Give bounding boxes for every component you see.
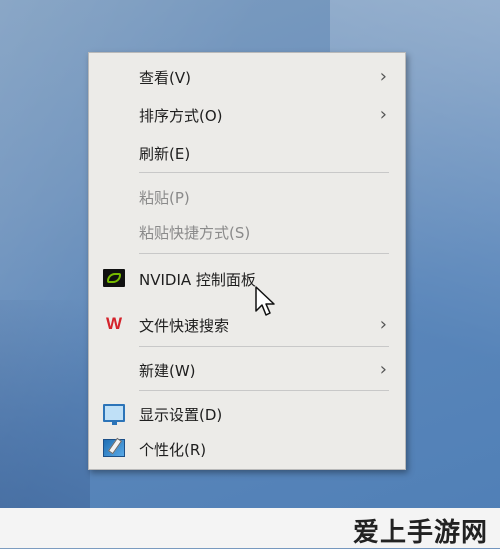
menu-item-refresh[interactable]: 刷新(E): [89, 135, 405, 169]
mouse-pointer-icon: [255, 286, 275, 316]
menu-item-display-settings[interactable]: 显示设置(D): [89, 396, 405, 430]
submenu-arrow-icon: ›: [379, 359, 387, 380]
desktop-context-menu: 查看(V) › 排序方式(O) › 刷新(E) 粘贴(P) 粘贴快捷方式(S) …: [88, 52, 406, 470]
menu-item-label: 文件快速搜索: [139, 317, 230, 335]
menu-item-label: 粘贴快捷方式(S): [139, 224, 251, 242]
submenu-arrow-icon: ›: [379, 66, 387, 87]
menu-item-label: 刷新(E): [139, 145, 191, 163]
submenu-arrow-icon: ›: [379, 314, 387, 335]
watermark-text: 爱上手游网: [352, 518, 488, 548]
menu-item-label: NVIDIA 控制面板: [139, 271, 256, 289]
display-settings-icon: [103, 404, 125, 425]
menu-item-view[interactable]: 查看(V) ›: [89, 59, 405, 93]
menu-item-label: 新建(W): [139, 362, 196, 380]
menu-item-personalize[interactable]: 个性化(R): [89, 431, 405, 465]
nvidia-icon: [103, 269, 125, 287]
personalize-icon: [103, 439, 125, 457]
menu-separator: [139, 346, 389, 347]
menu-item-label: 个性化(R): [139, 441, 207, 459]
menu-separator: [139, 172, 389, 173]
submenu-arrow-icon: ›: [379, 104, 387, 125]
menu-item-paste-shortcut: 粘贴快捷方式(S): [89, 214, 405, 248]
menu-item-sort-by[interactable]: 排序方式(O) ›: [89, 97, 405, 131]
menu-item-label: 显示设置(D): [139, 406, 223, 424]
wps-icon: W: [105, 314, 123, 333]
menu-item-new[interactable]: 新建(W) ›: [89, 352, 405, 386]
menu-item-label: 粘贴(P): [139, 189, 190, 207]
menu-item-nvidia-control-panel[interactable]: NVIDIA 控制面板: [89, 261, 405, 295]
menu-item-paste: 粘贴(P): [89, 179, 405, 213]
wallpaper-shadow: [0, 300, 90, 520]
menu-item-label: 排序方式(O): [139, 107, 223, 125]
menu-item-label: 查看(V): [139, 69, 191, 87]
menu-separator: [139, 390, 389, 391]
menu-item-file-quick-search[interactable]: W 文件快速搜索 ›: [89, 307, 405, 341]
watermark-bar: 爱上手游网: [0, 508, 500, 548]
menu-separator: [139, 253, 389, 254]
